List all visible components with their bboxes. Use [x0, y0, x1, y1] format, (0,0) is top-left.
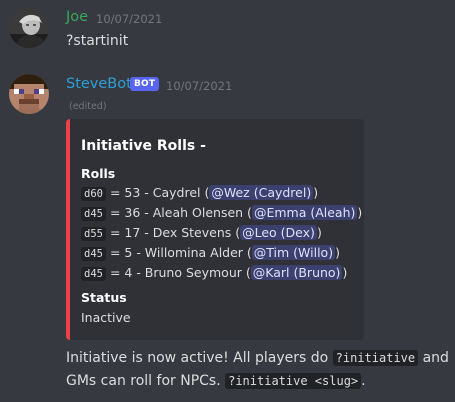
roll-text: = 17 - Dex Stevens ( [105, 225, 241, 240]
roll-text: = 53 - Caydrel ( [105, 185, 210, 200]
roll-line: d60 = 53 - Caydrel (@Wez (Caydrel)) [81, 183, 318, 202]
die-code: d45 [81, 207, 106, 221]
stevebot-avatar-icon[interactable] [9, 74, 49, 114]
joe-message-text: ?startinit [66, 33, 129, 49]
die-code: d45 [81, 267, 106, 281]
bot-tag-badge: BOT [130, 77, 160, 91]
followup-line-1: Initiative is now active! All players do… [66, 350, 449, 366]
user-mention[interactable]: @Emma (Aleah) [251, 205, 358, 220]
joe-avatar-icon[interactable] [9, 8, 49, 48]
followup-text-end: . [361, 373, 366, 389]
user-mention[interactable]: @Leo (Dex) [240, 225, 317, 240]
user-mention[interactable]: @Karl (Bruno) [250, 265, 343, 280]
roll-text: = 36 - Aleah Olensen ( [105, 205, 252, 220]
user-mention[interactable]: @Wez (Caydrel) [209, 185, 314, 200]
followup-line-2: GMs can roll for NPCs. ?initiative <slug… [66, 373, 366, 389]
command-code: ?initiative [332, 350, 419, 366]
stevebot-timestamp: 10/07/2021 [166, 79, 233, 93]
embed-field-status-value: Inactive [81, 310, 131, 325]
roll-line: d55 = 17 - Dex Stevens (@Leo (Dex)) [81, 223, 322, 242]
embed-field-status-name: Status [81, 290, 127, 305]
roll-line: d45 = 4 - Bruno Seymour (@Karl (Bruno)) [81, 263, 347, 282]
roll-text: = 4 - Bruno Seymour ( [105, 265, 251, 280]
embed-field-rolls-name: Rolls [81, 166, 116, 181]
joe-timestamp: 10/07/2021 [96, 12, 163, 26]
edited-indicator: (edited) [69, 101, 107, 112]
roll-text-end: ) [316, 225, 322, 240]
followup-text: GMs can roll for NPCs. [66, 373, 226, 389]
roll-text-end: ) [342, 265, 348, 280]
command-code: ?initiative <slug> [225, 373, 362, 389]
user-mention[interactable]: @Tim (Willo) [251, 245, 336, 260]
stevebot-username[interactable]: SteveBot [66, 76, 132, 92]
followup-text: Initiative is now active! All players do [66, 350, 333, 366]
roll-line: d45 = 5 - Willomina Alder (@Tim (Willo)) [81, 243, 340, 262]
roll-text-end: ) [357, 205, 363, 220]
followup-text-end: and [418, 350, 449, 366]
roll-text: = 5 - Willomina Alder ( [105, 245, 252, 260]
embed-title: Initiative Rolls - [81, 138, 206, 154]
roll-text-end: ) [335, 245, 340, 260]
die-code: d45 [81, 247, 106, 261]
die-code: d60 [81, 187, 106, 201]
roll-text-end: ) [313, 185, 319, 200]
die-code: d55 [81, 227, 106, 241]
joe-username[interactable]: Joe [66, 9, 88, 25]
roll-line: d45 = 36 - Aleah Olensen (@Emma (Aleah)) [81, 203, 362, 222]
initiative-embed: Initiative Rolls - Rolls d60 = 53 - Cayd… [66, 119, 364, 340]
